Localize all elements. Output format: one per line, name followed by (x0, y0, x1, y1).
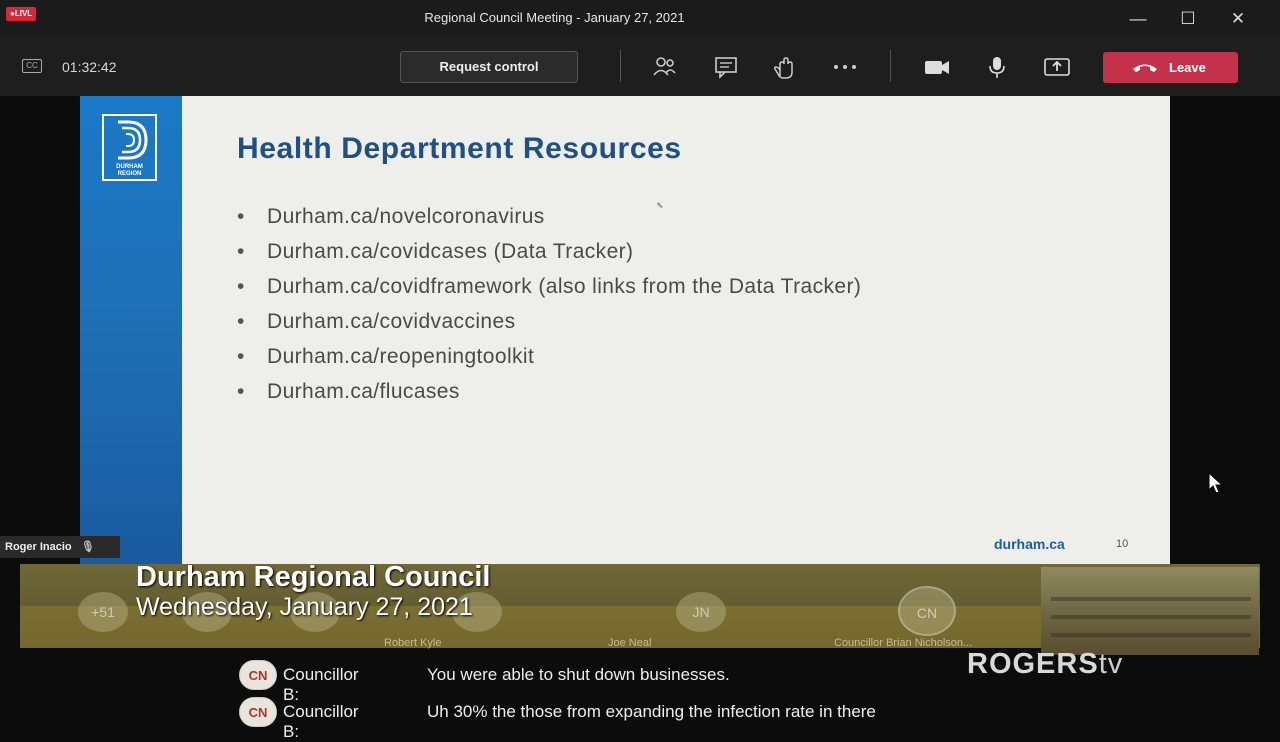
meeting-timer: 01:32:42 (62, 59, 117, 75)
rogers-tv-watermark: ROGERStv (967, 648, 1123, 681)
presenter-label: Roger Inacio 🎙︎ (0, 536, 120, 558)
caption-speaker: Councillor B: (283, 665, 359, 704)
shared-slide: DURHAM REGION Health Department Resource… (80, 96, 1170, 564)
chat-icon[interactable] (711, 54, 741, 80)
durham-logo-icon (118, 120, 148, 160)
list-item: Durham.ca/covidvaccines (237, 309, 861, 344)
broadcast-title: Durham Regional Council (136, 561, 491, 593)
minimize-button[interactable]: — (1118, 6, 1158, 32)
avatar: CN (239, 660, 277, 690)
brand-name: ROGERS (967, 648, 1099, 680)
slide-cursor-icon: ⬉ (656, 200, 664, 210)
participant-name: Councillor Brian Nicholson... (834, 637, 973, 649)
caption-text: Uh 30% the those from expanding the infe… (427, 702, 876, 721)
durham-region-logo: DURHAM REGION (102, 114, 157, 181)
raise-hand-icon[interactable] (770, 54, 800, 80)
slide-side-band: DURHAM REGION (80, 96, 182, 564)
toolbar-divider (890, 50, 891, 82)
request-control-button[interactable]: Request control (400, 51, 578, 83)
participant-avatar: +51 (78, 592, 128, 632)
captions-icon[interactable]: CC (22, 59, 42, 73)
mouse-pointer-icon (1208, 472, 1224, 494)
list-item: Durham.ca/reopeningtoolkit (237, 344, 861, 379)
more-options-icon[interactable] (830, 54, 860, 80)
broadcast-date: Wednesday, January 27, 2021 (136, 593, 473, 621)
caption-text: You were able to shut down businesses. (427, 665, 730, 684)
resource-list: Durham.ca/novelcoronavirus Durham.ca/cov… (237, 204, 861, 414)
slide-footer-url: durham.ca (994, 536, 1065, 552)
presenter-name: Roger Inacio (5, 541, 72, 553)
leave-label: Leave (1169, 60, 1206, 75)
caption-speaker: Councillor B: (283, 702, 359, 741)
slide-title: Health Department Resources (237, 132, 682, 165)
maximize-button[interactable]: ☐ (1168, 6, 1208, 32)
meeting-toolbar (0, 38, 1280, 96)
camera-icon[interactable] (922, 54, 952, 80)
share-screen-icon[interactable] (1042, 54, 1072, 80)
microphone-icon[interactable] (982, 54, 1012, 80)
close-button[interactable]: ✕ (1218, 6, 1258, 32)
avatar: CN (239, 697, 277, 727)
mic-off-icon: 🎙︎ (80, 541, 95, 553)
slide-page-number: 10 (1116, 538, 1129, 550)
participants-icon[interactable] (650, 54, 680, 80)
participant-name: Robert Kyle (384, 637, 442, 649)
toolbar-divider (620, 50, 621, 82)
participant-avatar: CN (898, 586, 956, 636)
window-title: Regional Council Meeting - January 27, 2… (424, 10, 685, 25)
council-chamber-thumbnail (1041, 567, 1259, 655)
list-item: Durham.ca/covidcases (Data Tracker) (237, 239, 861, 274)
logo-text: DURHAM REGION (116, 164, 143, 177)
leave-button[interactable]: Leave (1103, 52, 1238, 83)
list-item: Durham.ca/flucases (237, 379, 861, 414)
participant-name: Joe Neal (608, 637, 652, 649)
hang-up-icon (1133, 64, 1157, 72)
list-item: Durham.ca/novelcoronavirus (237, 204, 861, 239)
participant-avatar: JN (676, 592, 726, 632)
brand-suffix: tv (1098, 648, 1124, 680)
list-item: Durham.ca/covidframework (also links fro… (237, 274, 861, 309)
